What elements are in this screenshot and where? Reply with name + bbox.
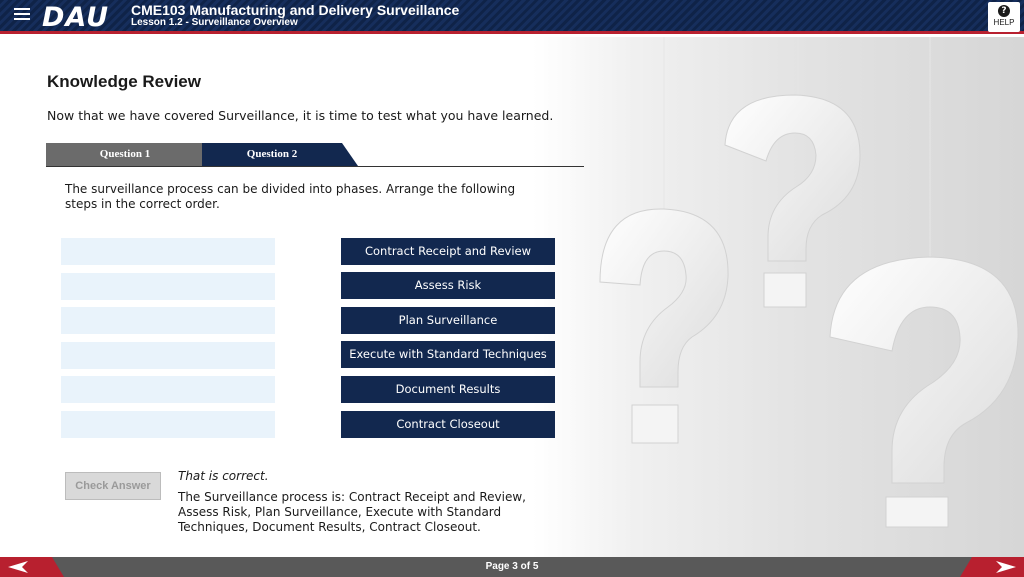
question-circle-icon: ? — [998, 5, 1010, 17]
page-title: Knowledge Review — [47, 72, 201, 91]
arrow-left-icon[interactable] — [0, 557, 64, 577]
hamburger-menu-icon[interactable] — [14, 8, 30, 24]
lesson-title: Lesson 1.2 - Surveillance Overview — [131, 17, 298, 28]
page-indicator: Page 3 of 5 — [485, 561, 539, 572]
step-plan-surveillance[interactable]: Plan Surveillance — [341, 307, 555, 334]
drop-slot-1[interactable] — [61, 238, 275, 265]
dau-logo: DAU — [42, 2, 110, 33]
drop-slot-5[interactable] — [61, 376, 275, 403]
question-marks-illustration — [599, 37, 1019, 528]
footer-bar: Page 3 of 5 — [0, 557, 1024, 577]
step-contract-closeout[interactable]: Contract Closeout — [341, 411, 555, 438]
tab-question-2[interactable]: Question 2 — [202, 143, 358, 166]
question-prompt: The surveillance process can be divided … — [65, 182, 516, 211]
intro-text: Now that we have covered Surveillance, i… — [47, 108, 554, 123]
feedback-title: That is correct. — [178, 469, 269, 483]
check-answer-button[interactable]: Check Answer — [65, 472, 161, 500]
course-title: CME103 Manufacturing and Delivery Survei… — [131, 2, 460, 18]
help-label: HELP — [993, 18, 1015, 27]
arrow-right-icon[interactable] — [960, 557, 1024, 577]
drop-slot-6[interactable] — [61, 411, 275, 438]
tab-question-1[interactable]: Question 1 — [46, 143, 220, 166]
drop-slot-4[interactable] — [61, 342, 275, 369]
drop-slot-3[interactable] — [61, 307, 275, 334]
step-assess-risk[interactable]: Assess Risk — [341, 272, 555, 299]
feedback-body: The Surveillance process is: Contract Re… — [178, 490, 526, 534]
help-button[interactable]: ? HELP — [988, 2, 1020, 32]
step-document-results[interactable]: Document Results — [341, 376, 555, 403]
drop-slot-2[interactable] — [61, 273, 275, 300]
step-contract-receipt[interactable]: Contract Receipt and Review — [341, 238, 555, 265]
question-tabs: Question 1 Question 2 — [46, 143, 584, 167]
step-execute-techniques[interactable]: Execute with Standard Techniques — [341, 341, 555, 368]
top-header: DAU CME103 Manufacturing and Delivery Su… — [0, 0, 1024, 34]
